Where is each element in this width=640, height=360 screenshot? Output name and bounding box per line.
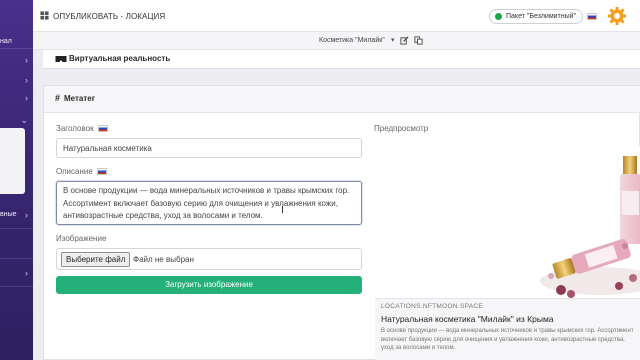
preview-image (375, 146, 640, 298)
sidebar: нал › › › ⌄ вные › › (0, 0, 33, 360)
description-field[interactable]: В основе продукции — вода минеральных ис… (56, 181, 362, 225)
preview-title: Натуральная косметика "Милайк" из Крыма (381, 314, 554, 324)
gear-icon[interactable] (607, 6, 627, 26)
chevron-right-icon: › (25, 75, 28, 85)
edit-icon[interactable] (400, 36, 409, 45)
top-bar: ОПУБЛИКОВАТЬ - ЛОКАЦИЯ Пакет "Безлимитны… (33, 0, 640, 32)
title-field[interactable]: Натуральная косметика (56, 138, 362, 158)
choose-file-button[interactable]: Выберите файл (61, 252, 131, 267)
divider (0, 48, 33, 49)
meta-card: # Метатег Заголовок Натуральная косметик… (43, 85, 640, 360)
chevron-right-icon: › (25, 210, 28, 220)
divider (0, 228, 33, 229)
sidebar-item-9[interactable] (0, 300, 33, 322)
description-text: В основе продукции — вода минеральных ис… (63, 186, 350, 220)
russian-flag-icon (96, 168, 107, 176)
file-status: Файл не выбран (133, 255, 194, 264)
section-title: Виртуальная реальность (69, 54, 171, 63)
chevron-right-icon: › (25, 268, 28, 278)
divider (0, 258, 33, 259)
divider (0, 286, 33, 287)
plan-label: Пакет "Безлимитный" (506, 13, 577, 20)
sidebar-item-label: нал (0, 38, 12, 45)
card-title: Метатег (64, 94, 96, 103)
sidebar-item-2[interactable]: › (0, 50, 33, 72)
sidebar-item-4[interactable]: › (0, 88, 33, 110)
sidebar-item-6[interactable]: вные › (0, 205, 33, 227)
chevron-down-icon: ⌄ (20, 115, 28, 125)
title-label-text: Заголовок (56, 124, 94, 133)
image-label: Изображение (56, 234, 107, 243)
vr-goggles-icon (55, 56, 67, 62)
title-label: Заголовок (56, 124, 108, 133)
sidebar-submenu (0, 128, 25, 194)
preview-description: В основе продукции — вода минеральных ис… (381, 328, 634, 351)
sidebar-item-8[interactable]: › (0, 263, 33, 285)
text-cursor-icon (282, 206, 283, 213)
cosmetics-photo-icon (540, 156, 640, 298)
status-dot-icon (495, 13, 502, 20)
preview-label: Предпросмотр (374, 124, 429, 133)
description-label: Описание (56, 167, 107, 176)
sidebar-item-label: вные (0, 211, 17, 218)
file-input[interactable]: Выберите файл Файл не выбран (56, 248, 362, 270)
page-title: ОПУБЛИКОВАТЬ - ЛОКАЦИЯ (53, 12, 166, 21)
vr-section[interactable]: Виртуальная реальность (43, 50, 640, 69)
brand-selector[interactable]: Косметика "Милайк" (319, 37, 385, 44)
upload-image-button[interactable]: Загрузить изображение (56, 276, 362, 294)
chevron-right-icon: › (25, 55, 28, 65)
preview-domain: LOCATIONS.NFTMOON.SPACE (381, 303, 484, 310)
card-header: # Метатег (44, 86, 640, 113)
chevron-right-icon: › (25, 93, 28, 103)
chevron-down-icon[interactable]: ▾ (391, 36, 395, 44)
copy-icon[interactable] (414, 36, 423, 45)
preview-card: LOCATIONS.NFTMOON.SPACE Натуральная косм… (375, 298, 640, 360)
home-icon[interactable] (40, 11, 49, 20)
sub-header: Косметика "Милайк" ▾ (33, 32, 640, 50)
hash-icon: # (55, 93, 61, 103)
russian-flag-icon[interactable] (587, 13, 597, 20)
plan-badge[interactable]: Пакет "Безлимитный" (489, 9, 584, 24)
russian-flag-icon (97, 125, 108, 133)
description-label-text: Описание (56, 167, 93, 176)
